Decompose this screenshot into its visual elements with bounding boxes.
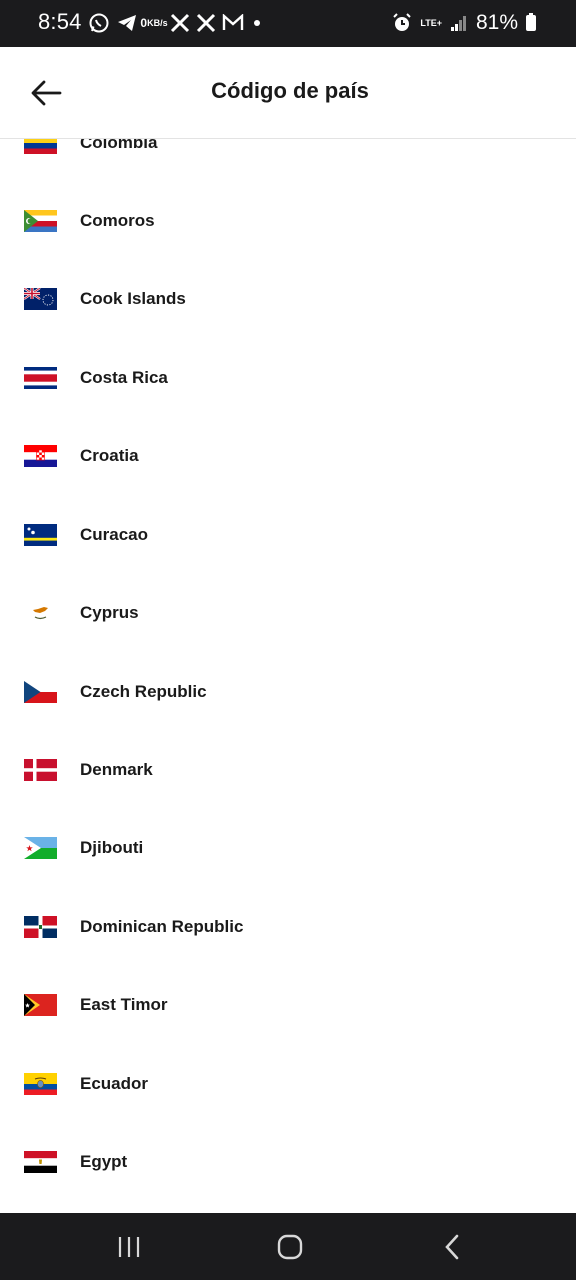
list-item-cyprus[interactable]: Cyprus bbox=[0, 574, 576, 652]
nav-back-button[interactable] bbox=[422, 1227, 482, 1267]
list-item-east-timor[interactable]: East Timor bbox=[0, 966, 576, 1044]
list-item-costa-rica[interactable]: Costa Rica bbox=[0, 339, 576, 417]
back-icon bbox=[445, 1234, 459, 1260]
list-item-cook-islands[interactable]: Cook Islands bbox=[0, 260, 576, 338]
list-item-comoros[interactable]: Comoros bbox=[0, 182, 576, 260]
app-header: Código de país bbox=[0, 47, 576, 139]
list-item-croatia[interactable]: Croatia bbox=[0, 417, 576, 495]
x-icon bbox=[196, 11, 216, 35]
curacao-flag-icon bbox=[24, 524, 57, 546]
country-name: Croatia bbox=[80, 446, 139, 465]
list-item-colombia[interactable]: Colombia bbox=[0, 139, 576, 182]
list-item-curacao[interactable]: Curacao bbox=[0, 496, 576, 574]
recents-button[interactable] bbox=[99, 1227, 159, 1267]
notification-icons: 0 KB/s bbox=[88, 10, 260, 36]
country-name: Comoros bbox=[80, 211, 155, 230]
cook-islands-flag-icon bbox=[24, 288, 57, 310]
country-name: Egypt bbox=[80, 1152, 128, 1171]
country-name: Denmark bbox=[80, 760, 153, 779]
country-name: Cook Islands bbox=[80, 289, 186, 308]
page-title: Código de país bbox=[211, 78, 369, 103]
country-name: East Timor bbox=[80, 995, 168, 1014]
east-timor-flag-icon bbox=[24, 994, 57, 1016]
list-item-czech-republic[interactable]: Czech Republic bbox=[0, 653, 576, 731]
costa-rica-flag-icon bbox=[24, 367, 57, 389]
list-item-djibouti[interactable]: Djibouti bbox=[0, 809, 576, 887]
more-notifications-dot bbox=[254, 20, 260, 26]
lte-indicator: LTE+ bbox=[420, 11, 442, 35]
status-bar: 8:54 0 KB/s LTE+ 81% bbox=[0, 0, 576, 47]
battery-icon bbox=[526, 13, 536, 31]
gmail-icon bbox=[222, 11, 244, 35]
list-item-egypt[interactable]: Egypt bbox=[0, 1123, 576, 1201]
whatsapp-icon bbox=[88, 11, 110, 35]
network-speed: 0 KB/s bbox=[140, 11, 167, 35]
country-name: Colombia bbox=[80, 139, 158, 152]
country-name: Costa Rica bbox=[80, 368, 168, 387]
djibouti-flag-icon bbox=[24, 837, 57, 859]
system-icons: LTE+ 81% bbox=[392, 10, 536, 36]
network-speed-value: 0 bbox=[140, 15, 148, 30]
country-list[interactable]: Colombia Comoros Cook Islands Costa Rica bbox=[0, 139, 576, 1213]
x-icon bbox=[170, 11, 190, 35]
cyprus-flag-icon bbox=[24, 602, 57, 624]
battery-percent: 81% bbox=[475, 11, 518, 34]
country-name: Djibouti bbox=[80, 838, 144, 857]
country-name: Cyprus bbox=[80, 603, 139, 622]
egypt-flag-icon bbox=[24, 1151, 57, 1173]
list-item-denmark[interactable]: Denmark bbox=[0, 731, 576, 809]
recents-icon bbox=[118, 1237, 140, 1257]
status-time: 8:54 bbox=[38, 9, 82, 34]
home-button[interactable] bbox=[260, 1227, 320, 1267]
country-name: Dominican Republic bbox=[80, 917, 244, 936]
signal-icon bbox=[450, 11, 468, 35]
telegram-icon bbox=[116, 11, 138, 35]
lte-label: LTE+ bbox=[420, 17, 442, 28]
czech-republic-flag-icon bbox=[24, 681, 57, 703]
country-name: Czech Republic bbox=[80, 682, 207, 701]
list-item-dominican-republic[interactable]: Dominican Republic bbox=[0, 888, 576, 966]
denmark-flag-icon bbox=[24, 759, 57, 781]
ecuador-flag-icon bbox=[24, 1073, 57, 1095]
comoros-flag-icon bbox=[24, 210, 57, 232]
colombia-flag-icon bbox=[24, 139, 57, 154]
network-speed-unit: KB/s bbox=[147, 17, 168, 28]
dominican-republic-flag-icon bbox=[24, 916, 57, 938]
system-nav-bar bbox=[0, 1213, 576, 1280]
list-item-ecuador[interactable]: Ecuador bbox=[0, 1045, 576, 1123]
croatia-flag-icon bbox=[24, 445, 57, 467]
country-name: Ecuador bbox=[80, 1074, 149, 1093]
country-name: Curacao bbox=[80, 525, 149, 544]
home-icon bbox=[277, 1234, 303, 1260]
alarm-icon bbox=[392, 11, 412, 35]
